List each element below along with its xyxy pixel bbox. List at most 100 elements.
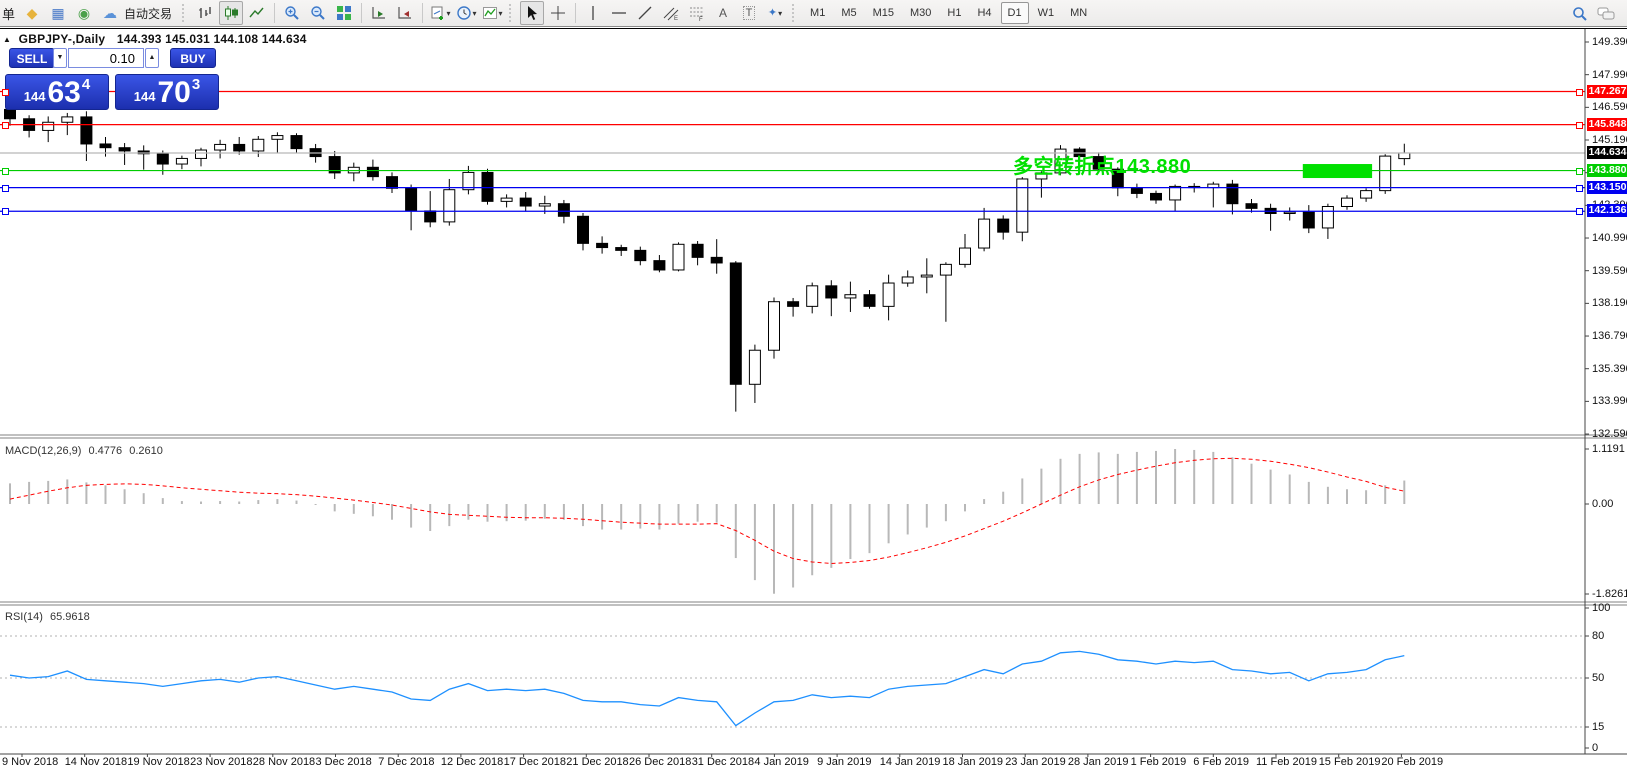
auto-scroll-icon[interactable] [367,1,391,25]
price-tick-label: 140.990 [1592,232,1627,244]
cursor-icon[interactable] [520,1,544,25]
price-tick-label: 145.190 [1592,134,1627,146]
candle-body [1361,191,1372,198]
price-line-tag: 147.267 [1587,85,1627,98]
timeframe-button-d1[interactable]: D1 [1001,2,1029,24]
autotrade-button[interactable]: 自动交易 [124,5,172,22]
sell-price-display[interactable]: 144634 [5,74,109,110]
candle-body [234,144,245,151]
date-tick-label: 18 Jan 2019 [943,756,1004,768]
chart-window[interactable]: ▲ GBPJPY-,Daily 144.393 145.031 144.108 … [0,28,1627,771]
search-icon[interactable] [1568,2,1592,26]
date-tick-label: 26 Dec 2018 [629,756,691,768]
timeframe-button-m5[interactable]: M5 [834,2,863,24]
candle-body [157,154,168,164]
toolbar-drag-handle[interactable] [182,4,188,22]
zoom-out-icon[interactable] [306,1,330,25]
toolbar-drag-handle[interactable] [792,4,798,22]
candle-body [1131,188,1142,194]
new-order-button[interactable]: 单 [2,4,15,23]
macd-tick-label: 1.1191 [1592,443,1625,455]
timeframe-button-w1[interactable]: W1 [1031,2,1062,24]
volume-up-button[interactable]: ▲ [145,48,159,68]
candle-body [62,117,73,122]
text-icon[interactable]: A [711,1,735,25]
candle-body [425,211,436,222]
zoom-in-icon[interactable] [280,1,304,25]
date-tick-label: 14 Jan 2019 [880,756,941,768]
candle-body [1246,204,1257,209]
signal-icon[interactable]: ◉ [72,1,96,25]
date-tick-label: 31 Dec 2018 [692,756,754,768]
timeframe-group: M1M5M15M30H1H4D1W1MN [802,2,1095,24]
market-watch-icon[interactable]: ◆ [20,1,44,25]
chart-shift-icon[interactable] [393,1,417,25]
timeframe-button-h4[interactable]: H4 [970,2,998,24]
new-chart-icon[interactable]: ▾ [428,1,452,25]
price-line-tag: 142.136 [1587,204,1627,217]
bar-chart-icon[interactable] [193,1,217,25]
timeframe-button-mn[interactable]: MN [1063,2,1094,24]
tile-windows-icon[interactable] [332,1,356,25]
horizontal-line-icon[interactable] [607,1,631,25]
line-chart-icon[interactable] [245,1,269,25]
autotrade-cloud-icon[interactable]: ☁ [98,1,122,25]
chart-symbol-period: GBPJPY-,Daily [19,32,106,46]
candle-body [807,286,818,307]
collapse-arrow-icon[interactable]: ▲ [3,35,11,44]
chat-icon[interactable] [1594,2,1618,26]
text-label-icon[interactable]: T [737,1,761,25]
trendline-icon[interactable] [633,1,657,25]
buy-price-display[interactable]: 144703 [115,74,219,110]
volume-down-button[interactable]: ▼ [53,48,67,68]
date-tick-label: 4 Jan 2019 [754,756,808,768]
rsi-label: RSI(14) 65.9618 [5,611,90,623]
candle-body [291,136,302,149]
chart-canvas[interactable] [0,29,1627,771]
candle-body [1342,198,1353,206]
candle-body [539,204,550,206]
chart-window-icon[interactable]: ▦ [46,1,70,25]
candle-body [692,244,703,257]
candle-body [998,219,1009,232]
timeframe-button-m15[interactable]: M15 [866,2,901,24]
price-tick-label: 132.590 [1592,428,1627,440]
fibonacci-icon[interactable]: F [685,1,709,25]
candlestick-chart-icon[interactable] [219,1,243,25]
candle-body [940,264,951,275]
volume-input[interactable] [68,48,144,68]
green-box-object [1303,164,1372,178]
candle-body [1017,179,1028,232]
price-line-tag: 143.150 [1587,181,1627,194]
candle-body [578,216,589,243]
buy-button[interactable]: BUY [170,48,216,68]
candle-body [883,283,894,306]
candle-body [119,148,130,151]
one-click-trading-panel: SELL ▼ ▲ BUY 144634 144703 [5,46,219,110]
candle-body [100,144,111,148]
candle-body [482,172,493,201]
price-tick-label: 149.390 [1592,36,1627,48]
chart-title: ▲ GBPJPY-,Daily 144.393 145.031 144.108 … [3,32,307,46]
rsi-tick-label: 50 [1592,672,1604,684]
timeframe-button-h1[interactable]: H1 [940,2,968,24]
toolbar-drag-handle[interactable] [509,4,515,22]
svg-text:F: F [699,17,703,21]
date-tick-label: 1 Feb 2019 [1131,756,1187,768]
candle-body [616,248,627,251]
price-tick-label: 133.990 [1592,395,1627,407]
timeframe-button-m1[interactable]: M1 [803,2,832,24]
candle-body [730,263,741,384]
indicators-icon[interactable]: ▾ [480,1,504,25]
vertical-line-icon[interactable] [581,1,605,25]
arrows-icon[interactable]: ✦▾ [763,1,787,25]
sell-button[interactable]: SELL [9,48,55,68]
date-tick-label: 11 Feb 2019 [1256,756,1317,768]
line-end-marker [1576,89,1583,96]
date-tick-label: 23 Nov 2018 [190,756,252,768]
price-tick-label: 147.990 [1592,69,1627,81]
crosshair-icon[interactable] [546,1,570,25]
periods-clock-icon[interactable]: ▾ [454,1,478,25]
equidistant-channel-icon[interactable]: E [659,1,683,25]
timeframe-button-m30[interactable]: M30 [903,2,938,24]
